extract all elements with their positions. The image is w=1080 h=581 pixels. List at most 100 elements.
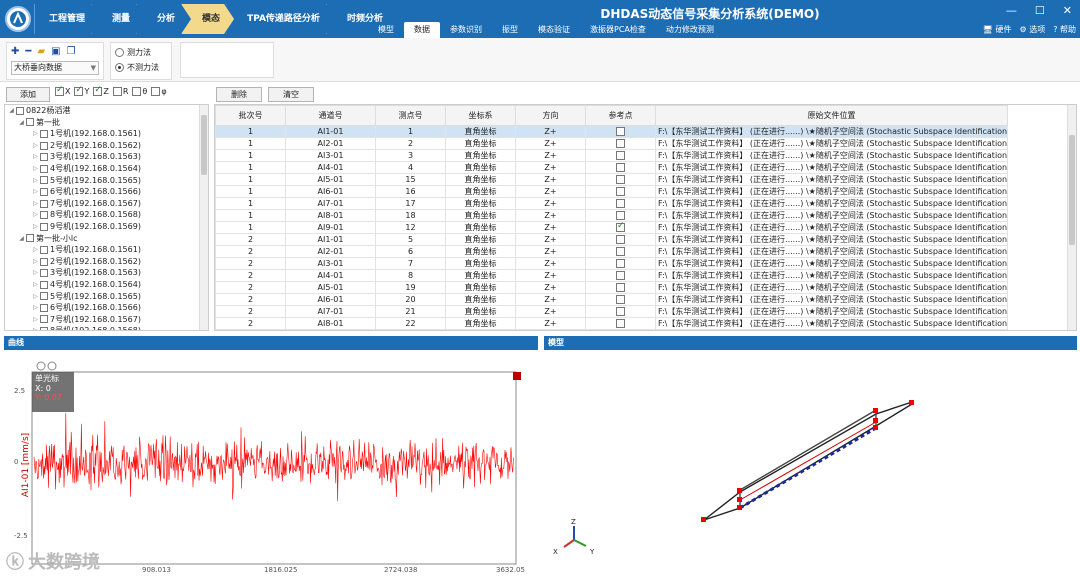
axis-checkbox-2[interactable]: Z — [93, 85, 109, 96]
reference-cell[interactable] — [585, 149, 656, 162]
reference-checkbox[interactable] — [616, 319, 625, 328]
reference-cell[interactable] — [585, 185, 656, 198]
table-row[interactable]: 2 AI7-01 21 直角坐标 Z+ F:\【东华测试工作资料】 (正在进行......… — [215, 305, 1008, 318]
reference-checkbox[interactable] — [616, 259, 625, 268]
reference-checkbox[interactable] — [616, 127, 625, 136]
expand-icon[interactable]: ◢ — [17, 233, 26, 245]
tree-item[interactable]: ▷ 7号机(192.168.0.1567) — [5, 198, 208, 210]
tree-item[interactable]: ▷ 7号机(192.168.0.1567) — [5, 314, 208, 326]
checkbox[interactable] — [40, 269, 48, 278]
tree-item[interactable]: ▷ 4号机(192.168.0.1564) — [5, 279, 208, 291]
expand-icon[interactable]: ▷ — [31, 221, 40, 233]
column-header[interactable]: 原始文件位置 — [655, 105, 1008, 126]
reference-cell[interactable] — [585, 221, 656, 234]
checkbox[interactable] — [74, 85, 84, 96]
tree-root[interactable]: ◢ 0822杨滔港 — [5, 105, 208, 117]
add-button[interactable]: 添加 — [6, 87, 50, 102]
tree-item[interactable]: ▷ 2号机(192.168.0.1562) — [5, 140, 208, 152]
tree-group[interactable]: ◢ 第一批 — [5, 117, 208, 129]
reference-cell[interactable] — [585, 269, 656, 282]
maximize-icon[interactable]: ☐ — [1035, 4, 1045, 17]
remove-icon[interactable]: ━ — [25, 46, 31, 57]
table-row[interactable]: 1 AI2-01 2 直角坐标 Z+ F:\【东华测试工作资料】 (正在进行......)… — [215, 137, 1008, 150]
help-button[interactable]: ? 帮助 — [1053, 24, 1076, 35]
reference-checkbox[interactable] — [616, 199, 625, 208]
checkbox[interactable] — [151, 87, 161, 96]
expand-icon[interactable]: ▷ — [31, 198, 40, 210]
expand-icon[interactable]: ▷ — [31, 151, 40, 163]
expand-icon[interactable]: ◢ — [17, 117, 26, 129]
table-row[interactable]: 2 AI6-01 20 直角坐标 Z+ F:\【东华测试工作资料】 (正在进行......… — [215, 293, 1008, 306]
hardware-button[interactable]: 🖥 硬件 — [983, 24, 1012, 35]
bridge-model-view[interactable] — [544, 350, 1077, 578]
radio-force-method[interactable]: 测力法 — [115, 47, 167, 58]
tree-group[interactable]: ◢ 第一批-小lc — [5, 233, 208, 245]
table-row[interactable]: 1 AI7-01 17 直角坐标 Z+ F:\【东华测试工作资料】 (正在进行......… — [215, 197, 1008, 210]
tree-item[interactable]: ▷ 1号机(192.168.0.1561) — [5, 128, 208, 140]
reference-cell[interactable] — [585, 305, 656, 318]
table-row[interactable]: 1 AI3-01 3 直角坐标 Z+ F:\【东华测试工作资料】 (正在进行......)… — [215, 149, 1008, 162]
reference-cell[interactable] — [585, 209, 656, 222]
checkbox[interactable] — [16, 106, 24, 115]
expand-icon[interactable]: ▷ — [31, 244, 40, 256]
radio-no-force-method[interactable]: 不测力法 — [115, 62, 167, 73]
options-button[interactable]: ⚙ 选项 — [1019, 24, 1045, 35]
column-header[interactable]: 测点号 — [375, 105, 446, 126]
checkbox[interactable] — [40, 176, 48, 185]
reference-cell[interactable] — [585, 233, 656, 246]
reference-cell[interactable] — [585, 245, 656, 258]
signal-chart[interactable] — [4, 350, 538, 578]
table-row[interactable]: 1 AI6-01 16 直角坐标 Z+ F:\【东华测试工作资料】 (正在进行......… — [215, 185, 1008, 198]
reference-checkbox[interactable] — [616, 163, 625, 172]
expand-icon[interactable]: ▷ — [31, 279, 40, 291]
checkbox[interactable] — [40, 222, 48, 231]
column-header[interactable]: 批次号 — [215, 105, 286, 126]
tree-item[interactable]: ▷ 2号机(192.168.0.1562) — [5, 256, 208, 268]
expand-icon[interactable]: ▷ — [31, 128, 40, 140]
column-header[interactable]: 参考点 — [585, 105, 656, 126]
axis-checkbox-5[interactable]: φ — [151, 87, 167, 96]
axis-checkbox-4[interactable]: θ — [132, 87, 147, 96]
checkbox[interactable] — [40, 327, 48, 330]
table-row[interactable]: 1AI9-0112直角坐标Z+ F:\【东华测试工作资料】 (正在进行......… — [215, 221, 1008, 234]
expand-icon[interactable]: ▷ — [31, 140, 40, 152]
table-row[interactable]: 2 AI2-01 6 直角坐标 Z+ F:\【东华测试工作资料】 (正在进行......)… — [215, 245, 1008, 258]
reference-cell[interactable] — [585, 257, 656, 270]
checkbox[interactable] — [26, 234, 34, 243]
axis-checkbox-0[interactable]: X — [55, 85, 70, 96]
tree-item[interactable]: ▷ 3号机(192.168.0.1563) — [5, 267, 208, 279]
tree-item[interactable]: ▷ 6号机(192.168.0.1566) — [5, 186, 208, 198]
checkbox[interactable] — [26, 118, 34, 127]
crumb-0[interactable]: 工程管理 — [34, 4, 99, 34]
add-icon[interactable]: ✚ — [11, 46, 19, 57]
checkbox[interactable] — [40, 303, 48, 312]
reference-checkbox[interactable] — [616, 283, 625, 292]
table-row[interactable]: 1 AI5-01 15 直角坐标 Z+ F:\【东华测试工作资料】 (正在进行......… — [215, 173, 1008, 186]
save-icon[interactable]: ▣ — [51, 46, 60, 57]
column-header[interactable]: 方向 — [515, 105, 586, 126]
tree-item[interactable]: ▷ 5号机(192.168.0.1565) — [5, 291, 208, 303]
expand-icon[interactable]: ▷ — [31, 314, 40, 326]
reference-checkbox[interactable] — [616, 247, 625, 256]
table-row[interactable]: 2 AI1-01 5 直角坐标 Z+ F:\【东华测试工作资料】 (正在进行......)… — [215, 233, 1008, 246]
tree-item[interactable]: ▷ 6号机(192.168.0.1566) — [5, 302, 208, 314]
checkbox[interactable] — [40, 245, 48, 254]
expand-icon[interactable]: ▷ — [31, 302, 40, 314]
ribbon-tab-4[interactable]: 模态验证 — [528, 22, 580, 38]
checkbox[interactable] — [93, 85, 103, 96]
reference-cell[interactable] — [585, 317, 656, 330]
checkbox[interactable] — [40, 257, 48, 266]
checkbox[interactable] — [40, 129, 48, 138]
reference-checkbox[interactable] — [616, 271, 625, 280]
expand-icon[interactable]: ◢ — [7, 105, 16, 117]
table-row[interactable]: 2 AI3-01 7 直角坐标 Z+ F:\【东华测试工作资料】 (正在进行......)… — [215, 257, 1008, 270]
expand-icon[interactable]: ▷ — [31, 186, 40, 198]
checkbox[interactable] — [40, 164, 48, 173]
ribbon-tab-1[interactable]: 数据 — [404, 22, 440, 38]
column-header[interactable]: 通道号 — [285, 105, 376, 126]
ribbon-tab-0[interactable]: 模型 — [368, 22, 404, 38]
reference-checkbox[interactable] — [616, 187, 625, 196]
reference-checkbox[interactable] — [616, 211, 625, 220]
expand-icon[interactable]: ▷ — [31, 175, 40, 187]
table-row[interactable]: 1 AI4-01 4 直角坐标 Z+ F:\【东华测试工作资料】 (正在进行......)… — [215, 161, 1008, 174]
